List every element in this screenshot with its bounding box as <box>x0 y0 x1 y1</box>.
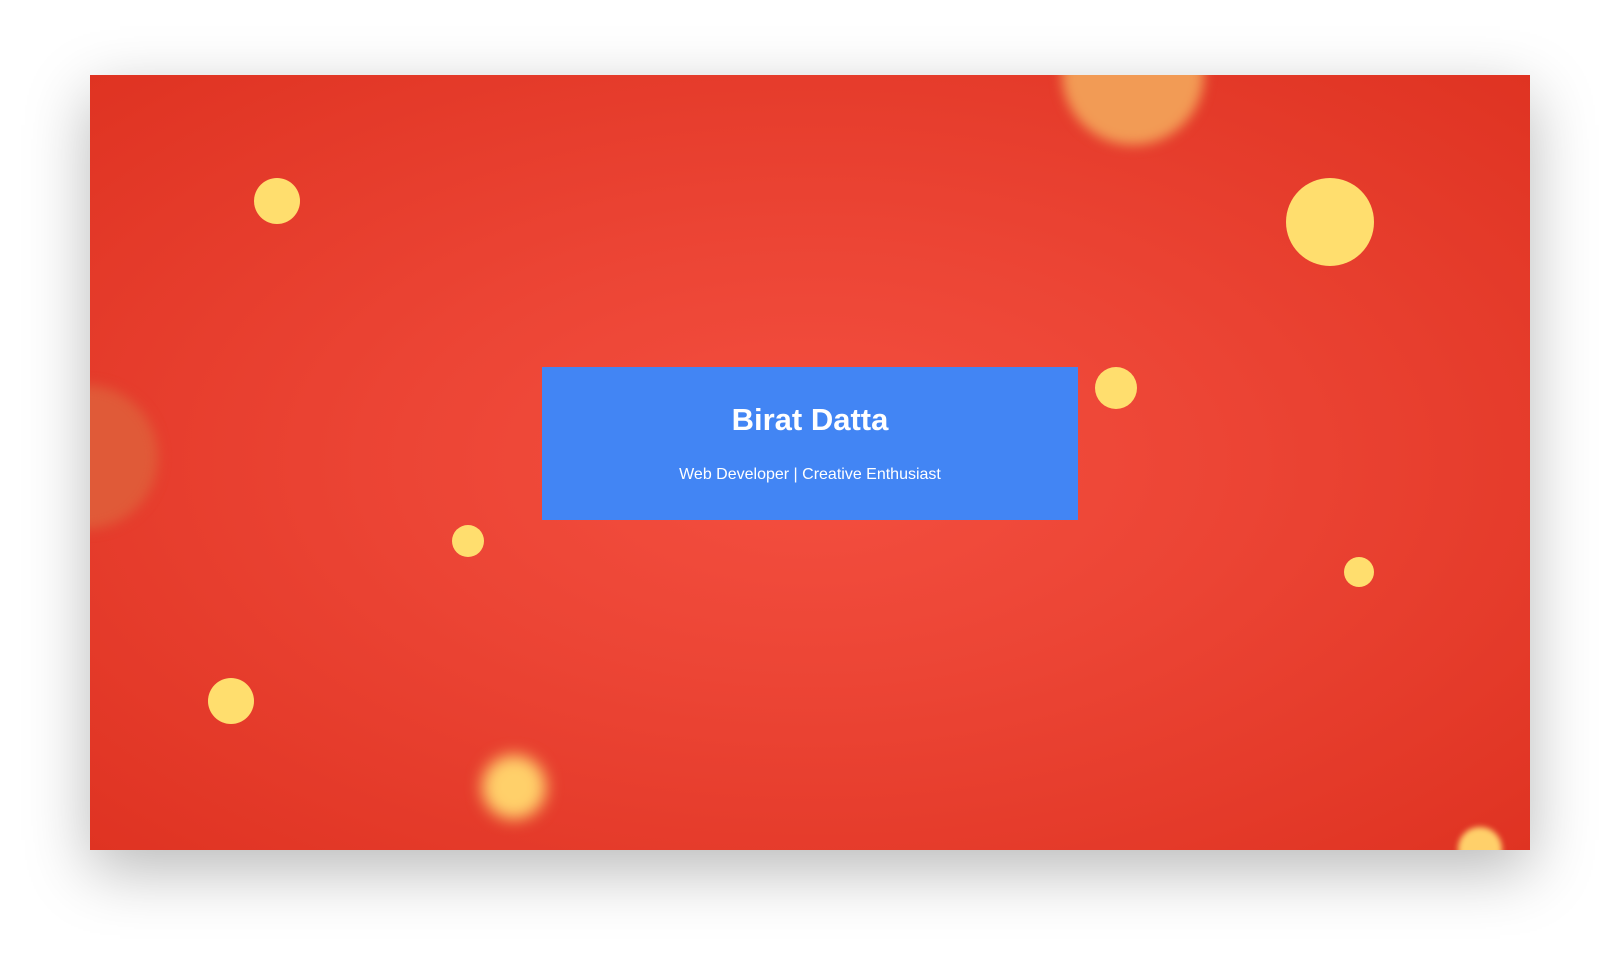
left-glow-circle <box>90 385 158 529</box>
yellow-glow-circle <box>482 755 546 819</box>
yellow-dot <box>254 178 300 224</box>
profile-tagline: Web Developer | Creative Enthusiast <box>679 466 941 483</box>
profile-name: Birat Datta <box>731 402 889 437</box>
yellow-glow-circle-corner <box>1458 827 1502 850</box>
yellow-dot <box>1095 367 1137 409</box>
yellow-dot-small <box>1344 557 1374 587</box>
intro-card: Birat Datta Web Developer | Creative Ent… <box>542 367 1078 520</box>
yellow-dot-small <box>452 525 484 557</box>
hero-section: Birat Datta Web Developer | Creative Ent… <box>90 75 1530 850</box>
yellow-dot <box>208 678 254 724</box>
orange-glow-circle <box>1062 75 1204 145</box>
yellow-dot-large <box>1286 178 1374 266</box>
